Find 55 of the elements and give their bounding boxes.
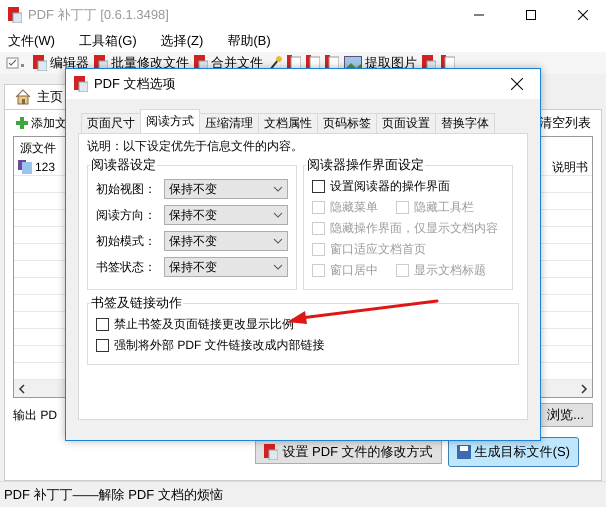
field-label: 初始视图：: [96, 180, 157, 198]
pdf-icon: [422, 55, 436, 71]
dialog-icon: [74, 76, 88, 92]
pdf-file-icon: [18, 160, 32, 174]
column-header: 源文件: [19, 140, 56, 156]
plus-icon: [15, 116, 29, 130]
close-icon[interactable]: [578, 10, 588, 20]
pdf-icon: [94, 55, 108, 71]
output-label: 输出 PD: [13, 406, 58, 424]
tab[interactable]: 页面尺寸: [81, 113, 141, 133]
menu-item[interactable]: 文件(W): [8, 32, 55, 50]
field-label: 初始模式：: [96, 232, 157, 250]
group-title: 阅读器操作界面设定: [306, 156, 425, 174]
chevron-down-icon: [273, 238, 283, 244]
chevron-down-icon: [273, 212, 283, 218]
browse-button[interactable]: 浏览...: [538, 403, 593, 427]
dropdown[interactable]: 保持不变: [164, 205, 288, 225]
menu-item[interactable]: 工具箱(G): [78, 32, 137, 50]
menu-item[interactable]: 选择(Z): [160, 32, 204, 50]
image-icon[interactable]: [344, 55, 362, 71]
field-label: 阅读方向：: [96, 206, 157, 224]
chevron-down-icon: [273, 186, 283, 192]
group-title: 阅读器设定: [90, 156, 157, 174]
checkbox[interactable]: 强制将外部 PDF 文件链接改成内部链接: [96, 337, 325, 354]
pdf-icon: [194, 55, 208, 71]
dropdown[interactable]: 保持不变: [164, 257, 288, 277]
scroll-right-icon[interactable]: [580, 384, 588, 394]
app-icon: [8, 7, 22, 23]
group-title: 书签及链接动作: [90, 294, 183, 312]
add-button[interactable]: 添加文: [11, 114, 67, 132]
toolbar-button[interactable]: 编辑器: [33, 54, 89, 72]
action-button[interactable]: 设置 PDF 文件的修改方式: [255, 440, 442, 464]
house-icon: [15, 89, 31, 105]
table-cell: 123: [18, 160, 56, 174]
pdf-gear-icon: [264, 444, 278, 460]
tab[interactable]: 阅读方式: [140, 109, 200, 133]
checkbox[interactable]: 设置阅读器的操作界面: [312, 178, 450, 195]
pdf-icon: [33, 55, 47, 71]
dropdown[interactable]: 保持不变: [164, 231, 288, 251]
dropdown[interactable]: 保持不变: [164, 179, 288, 199]
scroll-left-icon[interactable]: [18, 384, 26, 394]
menu-item[interactable]: 帮助(B): [227, 32, 271, 50]
note-text: 说明：以下设定优先于信息文件的内容。: [87, 138, 304, 155]
status-text: PDF 补丁丁——解除 PDF 文档的烦恼: [4, 486, 223, 504]
maximize-icon[interactable]: [526, 10, 536, 20]
save-icon: [456, 445, 471, 459]
window-title: PDF 补丁丁 [0.6.1.3498]: [28, 6, 170, 24]
wand-icon[interactable]: [268, 55, 282, 71]
chevron-down-icon: [273, 264, 283, 270]
table-cell: 说明书: [552, 158, 588, 176]
close-icon[interactable]: [511, 78, 523, 90]
dialog-title: PDF 文档选项: [94, 75, 177, 93]
field-label: 书签状态：: [96, 258, 157, 276]
tab[interactable]: 替换字体: [435, 113, 495, 133]
action-button[interactable]: 生成目标文件(S): [448, 437, 579, 467]
